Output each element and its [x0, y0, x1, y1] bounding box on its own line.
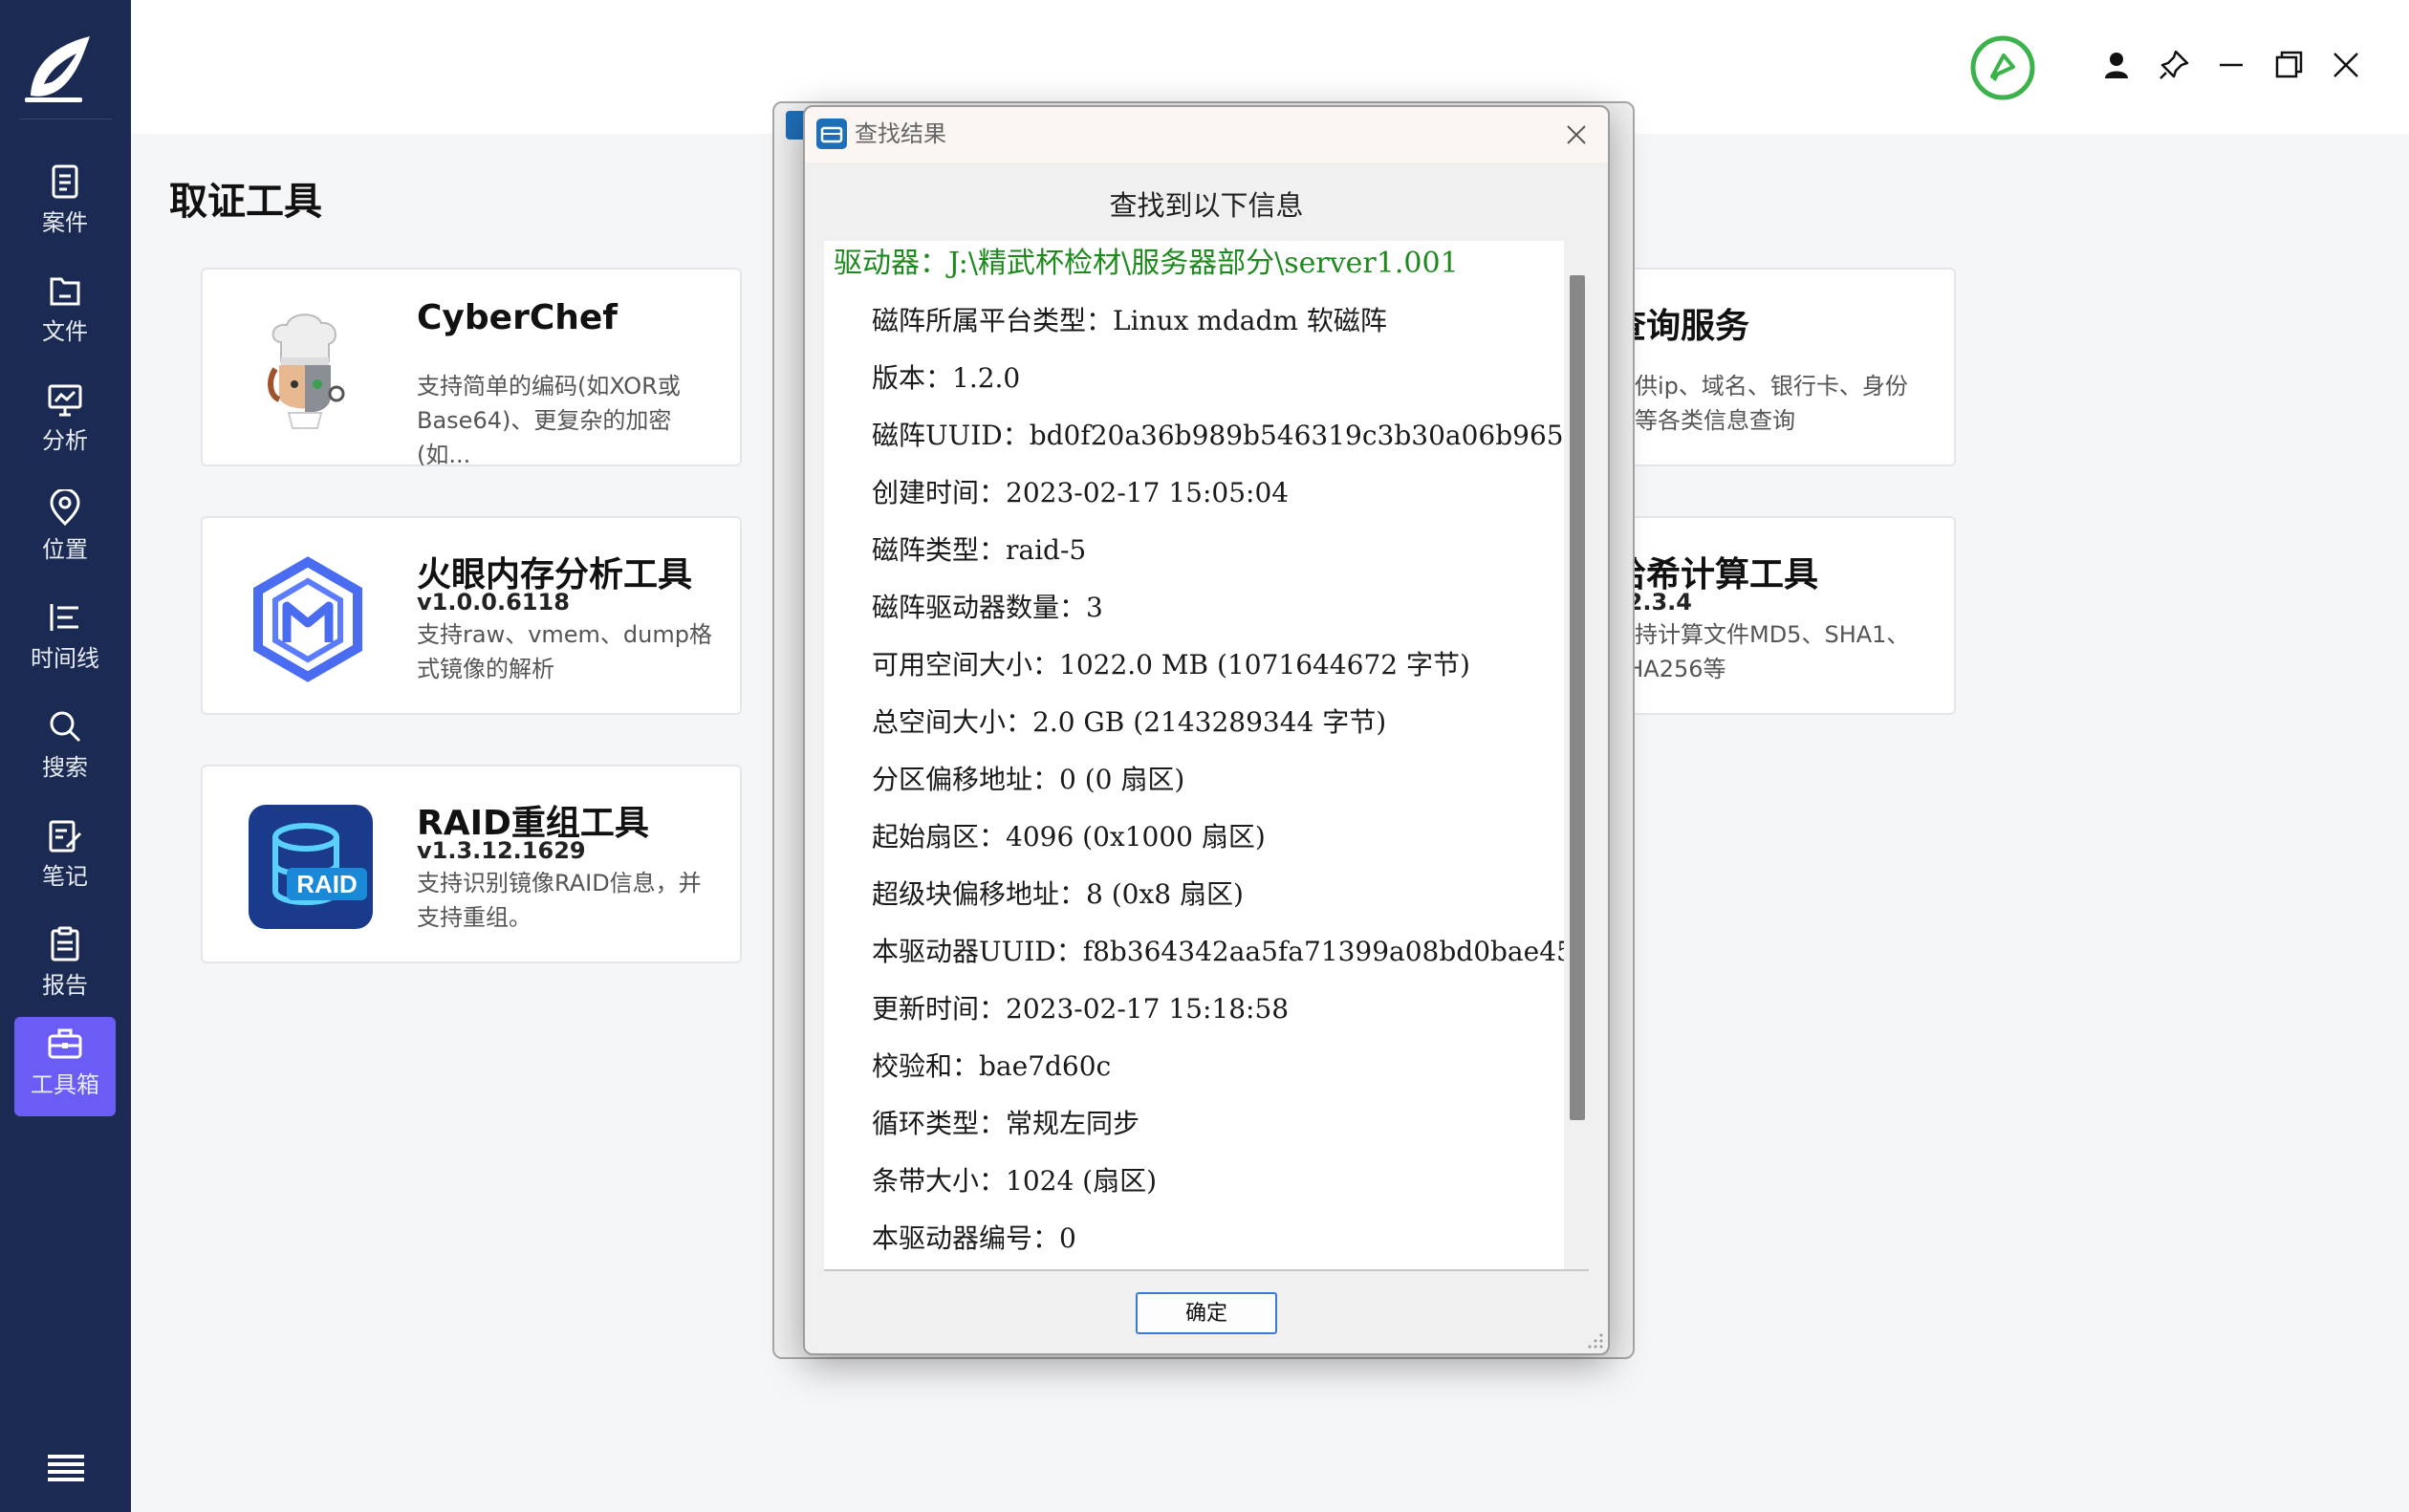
toolbox-icon — [48, 1028, 82, 1059]
card-version: v1.3.12.1629 — [417, 837, 586, 864]
tool-card-query-service[interactable]: 查询服务 提供ip、域名、银行卡、身份证等各类信息查询 — [1616, 268, 1956, 466]
tool-card-hash-calculator[interactable]: 哈希计算工具 v2.3.4 支持计算文件MD5、SHA1、SHA256等 — [1616, 516, 1956, 715]
result-line: 校验和：bae7d60c — [872, 1050, 1112, 1082]
pin-icon[interactable] — [2157, 48, 2191, 82]
dialog-app-icon — [816, 119, 847, 149]
result-line: 总空间大小：2.0 GB (2143289344 字节) — [872, 706, 1387, 738]
card-description: 支持简单的编码(如XOR或Base64)、更复杂的加密(如... — [417, 373, 681, 468]
search-icon — [50, 711, 81, 743]
result-line: 磁阵驱动器数量：3 — [872, 592, 1103, 623]
result-line: 创建时间：2023-02-17 15:05:04 — [872, 477, 1290, 508]
sidebar-item-label: 文件 — [42, 318, 88, 345]
sidebar-item-location[interactable]: 位置 — [14, 482, 116, 581]
report-icon — [51, 926, 79, 961]
dialog-heading: 查找到以下信息 — [1109, 189, 1304, 222]
sidebar-item-analysis[interactable]: 分析 — [14, 373, 116, 472]
sidebar-item-file[interactable]: 文件 — [14, 264, 116, 363]
memory-analysis-icon — [253, 556, 362, 682]
card-version: v1.0.0.6118 — [417, 589, 570, 616]
minimize-icon[interactable] — [2214, 48, 2248, 82]
sidebar-item-report[interactable]: 报告 — [14, 918, 116, 1017]
result-list[interactable]: 驱动器：J:\精武杯检材\服务器部分\server1.001 磁阵所属平台类型：… — [824, 241, 1589, 1271]
result-line: 分区偏移地址：0 (0 扇区) — [872, 764, 1185, 795]
app-logo-icon — [25, 36, 90, 102]
sidebar-item-timeline[interactable]: 时间线 — [14, 591, 116, 690]
result-line: 起始扇区：4096 (0x1000 扇区) — [872, 821, 1266, 853]
analysis-icon — [48, 384, 82, 417]
result-line: 更新时间：2023-02-17 15:18:58 — [872, 993, 1290, 1025]
case-icon — [52, 164, 78, 199]
result-line: 可用空间大小：1022.0 MB (1071644672 字节) — [872, 649, 1470, 680]
sidebar-item-label: 案件 — [42, 209, 88, 236]
sidebar-item-label: 搜索 — [42, 754, 88, 781]
sidebar-item-search[interactable]: 搜索 — [14, 700, 116, 799]
notes-icon — [49, 820, 82, 853]
card-title: CyberChef — [417, 298, 618, 337]
card-description: 支持计算文件MD5、SHA1、SHA256等 — [1616, 621, 1910, 682]
sidebar-item-label: 时间线 — [31, 645, 99, 672]
result-line: 磁阵所属平台类型：Linux mdadm 软磁阵 — [872, 305, 1387, 336]
dialog-close-icon[interactable] — [1562, 120, 1591, 149]
restore-icon[interactable] — [2271, 48, 2306, 82]
status-bell-icon[interactable] — [1969, 34, 2036, 101]
result-line: 版本：1.2.0 — [872, 362, 1021, 394]
result-line: 磁阵类型：raid-5 — [872, 534, 1087, 566]
ok-button[interactable]: 确定 — [1136, 1292, 1277, 1334]
result-line: 循环类型：常规左同步 — [872, 1108, 1140, 1139]
result-scrollbar[interactable] — [1564, 241, 1589, 1269]
dialog-titlebar: 查找结果 — [805, 107, 1608, 162]
drive-path-line: 驱动器：J:\精武杯检材\服务器部分\server1.001 — [834, 247, 1459, 280]
user-icon[interactable] — [2099, 48, 2134, 82]
sidebar-item-notes[interactable]: 笔记 — [14, 809, 116, 908]
page-title: 取证工具 — [169, 180, 322, 224]
tool-card-memory-analysis[interactable]: 火眼内存分析工具 v1.0.0.6118 支持raw、vmem、dump格式镜像… — [201, 516, 742, 715]
sidebar-item-case[interactable]: 案件 — [14, 155, 116, 254]
sidebar-item-label: 笔记 — [42, 863, 88, 890]
timeline-icon — [50, 604, 78, 631]
sidebar-item-label: 工具箱 — [31, 1071, 99, 1098]
card-description: 支持识别镜像RAID信息，并支持重组。 — [417, 870, 702, 931]
close-icon[interactable] — [2329, 48, 2363, 82]
sidebar: 案件 文件 分析 位置 时间线 搜索 笔记 报告 工具箱 — [0, 0, 131, 1512]
sidebar-item-label: 报告 — [42, 972, 88, 999]
raid-badge-text: RAID — [296, 870, 358, 898]
result-dialog: 查找结果 查找到以下信息 驱动器：J:\精武杯检材\服务器部分\server1.… — [803, 105, 1610, 1355]
raid-icon: RAID — [249, 805, 373, 929]
card-description: 支持raw、vmem、dump格式镜像的解析 — [417, 621, 712, 682]
tool-card-cyberchef[interactable]: CyberChef 支持简单的编码(如XOR或Base64)、更复杂的加密(如.… — [201, 268, 742, 468]
result-line: 条带大小：1024 (扇区) — [872, 1165, 1158, 1197]
card-title: 查询服务 — [1616, 307, 1750, 346]
sidebar-item-toolbox[interactable]: 工具箱 — [14, 1017, 116, 1116]
location-icon — [50, 489, 80, 527]
result-line: 本驱动器UUID：f8b364342aa5fa71399a08bd0bae452… — [872, 936, 1589, 967]
card-description: 提供ip、域名、银行卡、身份证等各类信息查询 — [1616, 373, 1908, 434]
sidebar-item-label: 分析 — [42, 427, 88, 454]
result-scrollbar-thumb[interactable] — [1570, 275, 1585, 1120]
result-line: 本驱动器编号：0 — [872, 1222, 1076, 1254]
file-icon — [50, 277, 80, 306]
tool-card-raid[interactable]: RAID RAID重组工具 v1.3.12.1629 支持识别镜像RAID信息，… — [201, 765, 742, 963]
resize-grip-icon[interactable] — [1587, 1332, 1604, 1350]
result-line: 磁阵UUID：bd0f20a36b989b546319c3b30a06b965 — [872, 420, 1564, 451]
cyberchef-icon — [268, 313, 345, 429]
result-line: 超级块偏移地址：8 (0x8 扇区) — [872, 878, 1244, 910]
sidebar-item-label: 位置 — [42, 536, 88, 563]
dialog-title: 查找结果 — [855, 120, 946, 147]
menu-icon[interactable] — [48, 1455, 84, 1481]
